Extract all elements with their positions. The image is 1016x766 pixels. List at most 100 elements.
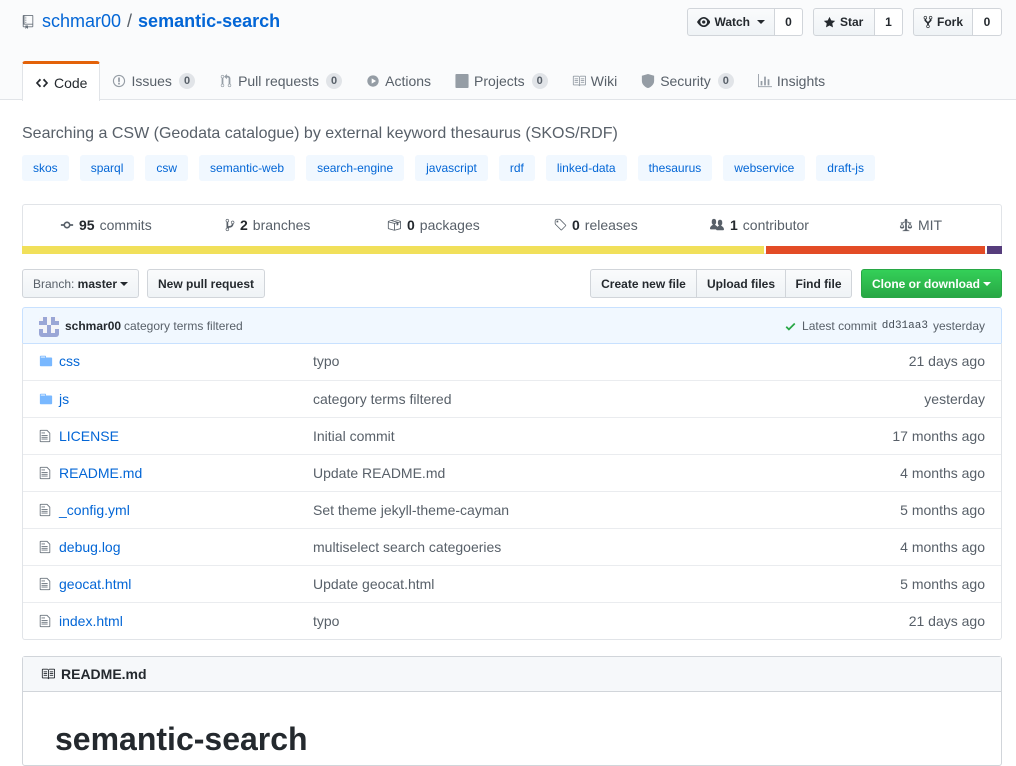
folder-icon	[39, 392, 53, 406]
file-age: 17 months ago	[892, 428, 985, 444]
shield-icon	[642, 73, 655, 88]
commit-message-link[interactable]: category terms filtered	[124, 319, 243, 333]
topic-tag[interactable]: thesaurus	[637, 155, 713, 181]
file-name-link[interactable]: debug.log	[59, 539, 121, 555]
license-label: MIT	[918, 217, 943, 233]
fork-label: Fork	[936, 15, 963, 29]
file-name-link[interactable]: README.md	[59, 465, 142, 481]
repo-separator: /	[127, 11, 133, 31]
file-name-link[interactable]: index.html	[59, 613, 123, 629]
file-name-link[interactable]: geocat.html	[59, 576, 131, 592]
file-commit-message[interactable]: Initial commit	[313, 428, 395, 444]
commit-sha-link[interactable]: dd31aa3	[882, 320, 928, 332]
check-icon	[785, 322, 796, 331]
identicon-icon	[39, 317, 59, 337]
watch-button[interactable]: Watch	[687, 8, 775, 36]
file-commit-message[interactable]: typo	[313, 353, 339, 369]
avatar[interactable]	[39, 317, 59, 337]
tab-label: Wiki	[590, 72, 618, 89]
branch-prefix: Branch:	[32, 276, 75, 291]
tab-counter: 0	[717, 72, 734, 89]
topic-tag[interactable]: sparql	[79, 155, 135, 181]
releases-link[interactable]: 0 releases	[553, 205, 638, 245]
file-commit-message[interactable]: Update README.md	[313, 465, 445, 481]
contributors-label: contributor	[742, 217, 809, 233]
tab-security[interactable]: Security 0	[629, 61, 746, 100]
topic-tag[interactable]: rdf	[498, 155, 535, 181]
file-row: index.html typo 21 days ago	[23, 602, 1001, 639]
commits-count: 95	[79, 217, 95, 233]
star-count[interactable]: 1	[875, 8, 903, 36]
star-button[interactable]: Star	[813, 8, 875, 36]
tab-actions[interactable]: Actions	[354, 61, 443, 100]
packages-link[interactable]: 0 packages	[386, 205, 480, 245]
watch-count[interactable]: 0	[775, 8, 803, 36]
topic-tag[interactable]: javascript	[415, 155, 488, 181]
license-link[interactable]: MIT	[899, 205, 942, 245]
upload-files-button[interactable]: Upload files	[697, 269, 786, 298]
readme-heading: semantic-search	[55, 721, 308, 757]
language-segment[interactable]	[765, 246, 986, 254]
file-name-link[interactable]: js	[59, 391, 69, 407]
issue-icon	[113, 74, 126, 87]
topic-tag[interactable]: skos	[22, 155, 69, 181]
new-pull-request-button[interactable]: New pull request	[147, 269, 265, 298]
file-commit-message[interactable]: multiselect search categoeries	[313, 539, 501, 555]
commits-link[interactable]: 95 commits	[60, 205, 152, 245]
repo-description: Searching a CSW (Geodata catalogue) by e…	[22, 125, 618, 142]
fork-button[interactable]: Fork	[913, 8, 973, 36]
commit-author-link[interactable]: schmar00	[65, 319, 121, 333]
file-commit-message[interactable]: Update geocat.html	[313, 576, 434, 592]
topic-tag[interactable]: search-engine	[306, 155, 405, 181]
folder-icon	[39, 354, 53, 368]
file-name-link[interactable]: LICENSE	[59, 428, 119, 444]
branches-link[interactable]: 2 branches	[225, 205, 310, 245]
tab-wiki[interactable]: Wiki	[560, 61, 629, 100]
file-icon	[39, 540, 53, 554]
clone-download-button[interactable]: Clone or download	[861, 269, 1002, 298]
branches-label: branches	[252, 217, 311, 233]
language-bar[interactable]	[22, 246, 1002, 254]
file-commit-message[interactable]: typo	[313, 613, 339, 629]
file-age: 4 months ago	[900, 539, 985, 555]
tab-pull-requests[interactable]: Pull requests 0	[207, 61, 354, 100]
fork-count[interactable]: 0	[973, 8, 1002, 36]
tab-label: Code	[54, 74, 88, 91]
watch-label: Watch	[714, 15, 750, 29]
book-icon	[41, 668, 55, 680]
file-name-link[interactable]: _config.yml	[59, 502, 130, 518]
tab-issues[interactable]: Issues 0	[100, 61, 207, 100]
file-commit-message[interactable]: category terms filtered	[313, 391, 452, 407]
tab-projects[interactable]: Projects 0	[443, 61, 560, 100]
find-file-button[interactable]: Find file	[786, 269, 852, 298]
branch-select[interactable]: Branch: master	[22, 269, 139, 298]
repo-name-link[interactable]: semantic-search	[138, 11, 280, 32]
tab-code[interactable]: Code	[22, 61, 101, 101]
latest-commit-info: Latest commit dd31aa3 yesterday	[784, 319, 985, 333]
topic-tag[interactable]: webservice	[723, 155, 806, 181]
topic-tag[interactable]: linked-data	[545, 155, 627, 181]
language-segment[interactable]	[22, 246, 764, 254]
file-row: LICENSE Initial commit 17 months ago	[23, 417, 1001, 454]
packages-label: packages	[419, 217, 480, 233]
star-icon	[823, 16, 836, 27]
file-name-link[interactable]: css	[59, 353, 80, 369]
tab-insights[interactable]: Insights	[746, 61, 837, 100]
code-icon	[35, 78, 49, 87]
topic-tag[interactable]: draft-js	[816, 155, 875, 181]
topic-tag[interactable]: csw	[145, 155, 189, 181]
file-commit-message[interactable]: Set theme jekyll-theme-cayman	[313, 502, 509, 518]
tag-icon	[554, 218, 567, 231]
topic-tag[interactable]: semantic-web	[199, 155, 296, 181]
chevron-down-icon	[983, 281, 991, 286]
contributors-link[interactable]: 1 contributor	[709, 205, 809, 245]
repo-owner-link[interactable]: schmar00	[42, 11, 121, 32]
language-segment[interactable]	[987, 246, 1002, 254]
tab-label: Projects	[474, 72, 525, 89]
create-new-file-button[interactable]: Create new file	[590, 269, 697, 298]
commit-age: yesterday	[932, 319, 985, 333]
file-icon	[39, 429, 53, 443]
readme-header: README.md	[23, 657, 1001, 692]
file-row: README.md Update README.md 4 months ago	[23, 454, 1001, 491]
repo-icon	[22, 14, 34, 29]
